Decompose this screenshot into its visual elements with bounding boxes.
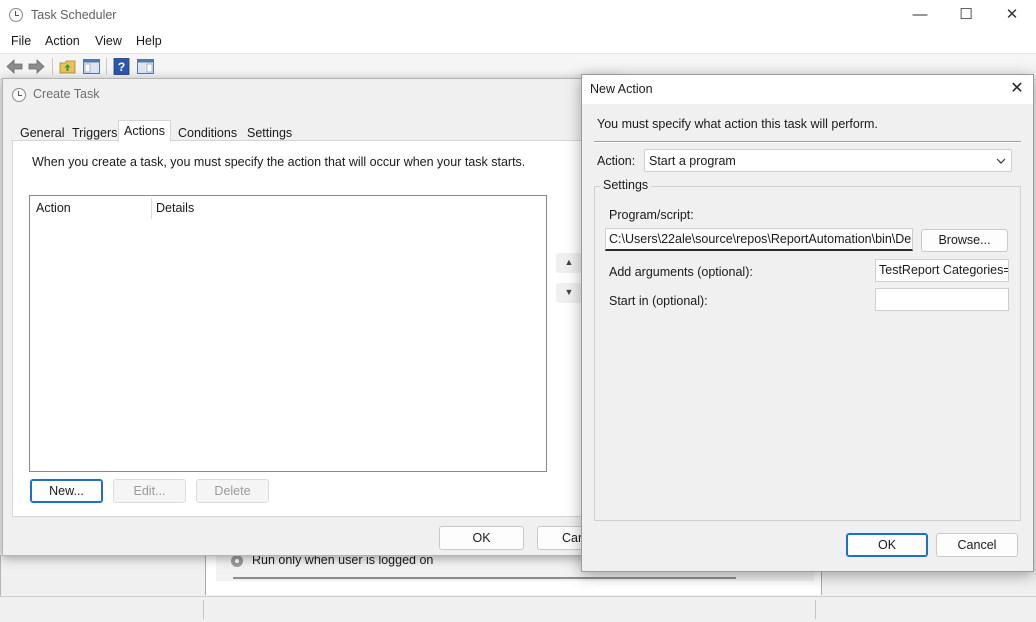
add-arguments-input[interactable]: TestReport Categories=B	[875, 259, 1009, 282]
start-in-input[interactable]	[875, 288, 1009, 311]
close-icon[interactable]: ✕	[1004, 78, 1030, 100]
window-title: Task Scheduler	[31, 8, 117, 22]
delete-action-button[interactable]: Delete	[196, 479, 269, 503]
edit-action-button[interactable]: Edit...	[113, 479, 186, 503]
tab-settings[interactable]: Settings	[242, 125, 297, 141]
minimize-button[interactable]: —	[897, 0, 943, 31]
show-hide-action-pane-icon[interactable]	[136, 57, 155, 76]
new-action-title: New Action	[590, 82, 653, 96]
create-task-clock-icon	[12, 88, 26, 102]
chevron-down-icon	[995, 151, 1007, 174]
status-bar	[0, 596, 1036, 622]
show-hide-console-tree-icon[interactable]	[82, 57, 101, 76]
status-bar-separator	[203, 600, 204, 619]
column-header-action[interactable]: Action	[36, 201, 71, 215]
folder-up-icon[interactable]	[58, 57, 77, 76]
toolbar-separator	[52, 58, 53, 75]
action-type-dropdown[interactable]: Start a program	[644, 149, 1012, 172]
column-separator[interactable]	[151, 198, 152, 219]
actions-intro-text: When you create a task, you must specify…	[32, 155, 526, 169]
actions-list[interactable]: Action Details	[29, 195, 547, 472]
background-pane-border	[0, 555, 1, 596]
task-scheduler-clock-icon	[9, 8, 23, 22]
new-action-title-bar[interactable]: New Action ✕	[582, 75, 1033, 104]
menu-help[interactable]: Help	[136, 34, 162, 48]
tab-conditions[interactable]: Conditions	[173, 125, 242, 141]
column-header-details[interactable]: Details	[156, 201, 194, 215]
move-up-button[interactable]: ▲	[556, 253, 582, 273]
svg-text:?: ?	[118, 60, 125, 74]
title-bar[interactable]: Task Scheduler — ☐ ✕	[0, 0, 1036, 31]
background-scrollbar[interactable]	[233, 577, 736, 579]
tab-general[interactable]: General	[15, 125, 69, 141]
close-window-button[interactable]: ✕	[989, 0, 1035, 31]
new-action-instruction: You must specify what action this task w…	[597, 117, 878, 131]
menu-bar: File Action View Help	[0, 31, 1036, 54]
program-script-input[interactable]: C:\Users\22ale\source\repos\ReportAutoma…	[605, 228, 913, 251]
status-bar-separator	[815, 600, 816, 619]
tab-actions[interactable]: Actions	[118, 120, 171, 142]
settings-group-label: Settings	[600, 178, 652, 192]
forward-arrow-icon[interactable]	[27, 57, 46, 76]
move-down-button[interactable]: ▼	[556, 283, 582, 303]
new-action-button[interactable]: New...	[30, 479, 103, 503]
create-task-ok-button[interactable]: OK	[439, 526, 524, 550]
start-in-label: Start in (optional):	[609, 294, 708, 308]
menu-file[interactable]: File	[11, 34, 31, 48]
add-arguments-label: Add arguments (optional):	[609, 265, 753, 279]
new-action-cancel-button[interactable]: Cancel	[936, 533, 1018, 557]
create-task-title: Create Task	[33, 87, 100, 101]
menu-view[interactable]: View	[95, 34, 122, 48]
menu-action[interactable]: Action	[45, 34, 80, 48]
create-task-dialog: Create Task General Triggers Conditions …	[2, 78, 624, 556]
new-action-dialog: New Action ✕ You must specify what actio…	[581, 74, 1034, 572]
browse-button[interactable]: Browse...	[921, 229, 1008, 252]
tab-triggers[interactable]: Triggers	[67, 125, 122, 141]
maximize-button[interactable]: ☐	[943, 0, 989, 31]
toolbar-separator	[106, 58, 107, 75]
help-icon[interactable]: ?	[112, 57, 131, 76]
program-script-label: Program/script:	[609, 208, 694, 222]
run-logged-on-radio[interactable]	[231, 555, 243, 567]
back-arrow-icon[interactable]	[5, 57, 24, 76]
action-type-label: Action:	[597, 154, 636, 168]
instruction-divider	[594, 141, 1021, 143]
action-type-value: Start a program	[649, 154, 736, 168]
new-action-ok-button[interactable]: OK	[846, 533, 928, 557]
